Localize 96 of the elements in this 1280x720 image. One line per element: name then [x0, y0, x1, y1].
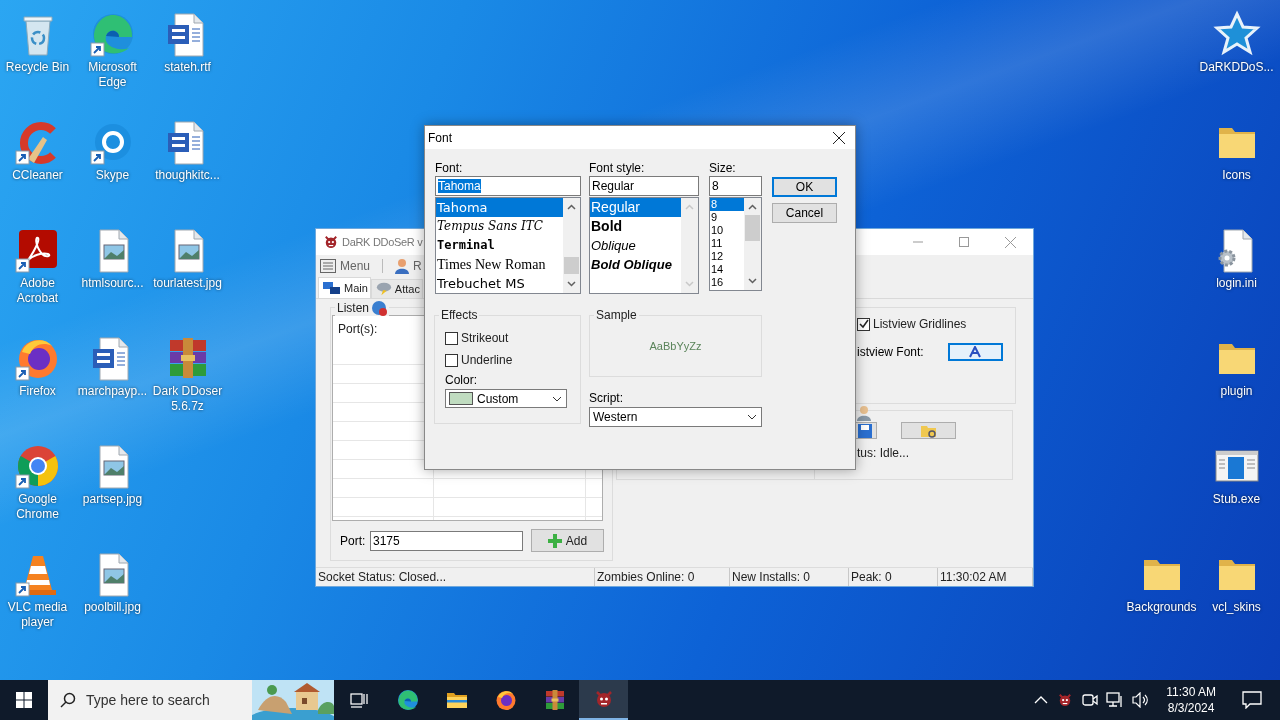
list-item[interactable]: 9: [710, 211, 744, 224]
list-item[interactable]: Tempus Sans ITC: [436, 217, 563, 236]
field-label: Font style:: [589, 160, 646, 176]
status-bar-cell: 11:30:02 AM: [938, 568, 1033, 586]
tab[interactable]: Main: [318, 277, 371, 298]
plus-icon: [547, 533, 562, 548]
dropdown-value: Western: [593, 410, 638, 424]
group-title: Effects: [439, 308, 480, 322]
size-input[interactable]: 8: [709, 176, 762, 196]
scrollbar[interactable]: [744, 198, 761, 290]
dropdown-value: Custom: [477, 391, 519, 406]
size-list[interactable]: 8 9 10 11 12 14 16: [709, 197, 762, 291]
icon-label[interactable]: Icons: [1199, 168, 1274, 183]
sample-text: AaBbYyZz: [649, 340, 702, 352]
list-item[interactable]: Tahoma: [436, 198, 563, 217]
checkbox-label[interactable]: Strikeout: [461, 331, 509, 345]
notifications-icon: [1242, 691, 1262, 709]
list-item[interactable]: 10: [710, 224, 744, 237]
window-title: DaRK DDoSeR v: [342, 236, 423, 248]
list-item[interactable]: Regular: [590, 198, 681, 217]
status-bar-cell: New Installs: 0: [730, 568, 849, 586]
open-button[interactable]: [901, 422, 956, 439]
network-icon[interactable]: [1106, 692, 1125, 708]
user-icon: [857, 405, 871, 421]
camera-icon[interactable]: [1082, 692, 1099, 708]
close-icon: [1004, 236, 1016, 248]
font-label: istview Font:: [857, 345, 924, 359]
dialog-button[interactable]: Cancel: [772, 203, 837, 223]
user-icon: [395, 258, 410, 274]
list-item[interactable]: 8: [710, 198, 744, 211]
script-dropdown[interactable]: Western: [589, 407, 762, 427]
checkbox-label[interactable]: Listview Gridlines: [873, 317, 967, 331]
icon-label[interactable]: Backgrounds: [1124, 600, 1199, 615]
style-list[interactable]: Regular Bold Oblique Bold Oblique: [589, 197, 699, 294]
icon-label[interactable]: vcl_skins: [1199, 600, 1274, 615]
port-label: Port:: [340, 533, 367, 548]
chevron-up-icon[interactable]: [1034, 696, 1049, 704]
network-icon: [323, 282, 341, 294]
list-item[interactable]: Times New Roman: [436, 255, 563, 274]
scrollbar[interactable]: [563, 198, 580, 293]
list-item[interactable]: 11: [710, 237, 744, 250]
folder-search-icon: [920, 423, 937, 438]
list-item[interactable]: Trebuchet MS: [436, 274, 563, 293]
clock-date[interactable]: 8/3/2024: [1167, 700, 1215, 716]
list-item[interactable]: 12: [710, 250, 744, 263]
status-text: tus: Idle...: [857, 446, 911, 460]
icon-label[interactable]: plugin: [1199, 384, 1274, 399]
group-title: Sample: [594, 308, 639, 322]
storm-cloud-icon: [375, 281, 392, 297]
list-item[interactable]: 14: [710, 263, 744, 276]
font-icon: [968, 346, 983, 358]
field-label: Script:: [589, 391, 624, 405]
icon-label[interactable]: Stub.exe: [1199, 492, 1274, 507]
field-label: Font:: [435, 160, 464, 176]
color-dropdown[interactable]: Custom: [445, 389, 567, 408]
status-bar-cell: Zombies Online: 0: [595, 568, 730, 586]
search-placeholder: Type here to search: [86, 692, 210, 708]
status-bar-cell: Peak: 0: [849, 568, 938, 586]
list-item[interactable]: 16: [710, 276, 744, 289]
volume-icon[interactable]: [1132, 692, 1151, 708]
checkbox-label[interactable]: Underline: [461, 353, 513, 367]
style-input[interactable]: Regular: [589, 176, 699, 196]
checkbox[interactable]: [857, 317, 870, 331]
icon-label[interactable]: login.ini: [1199, 276, 1274, 291]
list-item[interactable]: Bold: [590, 217, 681, 236]
checkbox[interactable]: [445, 353, 458, 367]
icon-label[interactable]: DaRKDDoS...: [1199, 60, 1274, 75]
font-button[interactable]: [947, 343, 1003, 361]
font-input[interactable]: Tahoma: [435, 176, 581, 196]
column-header[interactable]: Port(s):: [338, 322, 378, 336]
dialog-title: Font: [428, 130, 452, 145]
font-list[interactable]: Tahoma Tempus Sans ITC Terminal Times New Roman Trebuchet MS: [435, 197, 581, 294]
scrollbar[interactable]: [681, 198, 698, 293]
menu-icon: [320, 259, 336, 273]
field-label: Size:: [709, 160, 737, 176]
globe-icon: [371, 300, 388, 316]
checkbox[interactable]: [445, 331, 458, 345]
windows-logo-icon: [16, 692, 32, 708]
list-item[interactable]: Oblique: [590, 236, 681, 255]
group-title: Listen: [335, 300, 390, 316]
port-field[interactable]: 3175: [370, 530, 523, 551]
status-bar-cell: Socket Status: Closed...: [316, 568, 595, 586]
list-item[interactable]: Terminal: [436, 236, 563, 255]
star-app-icon[interactable]: [1212, 10, 1261, 58]
maximize-icon: [959, 237, 969, 247]
tab[interactable]: Attac: [370, 279, 423, 298]
search-icon: [60, 692, 76, 708]
clock-time[interactable]: 11:30 AM: [1166, 684, 1216, 700]
toolbar-button[interactable]: R: [393, 258, 424, 274]
close-icon: [833, 131, 845, 144]
color-label: Color:: [445, 373, 478, 387]
toolbar-button[interactable]: Menu: [318, 259, 373, 273]
add-button[interactable]: Add: [531, 529, 604, 552]
search-field[interactable]: Type here to search: [48, 680, 334, 720]
dialog-button[interactable]: OK: [772, 177, 837, 197]
list-item[interactable]: Bold Oblique: [590, 255, 681, 274]
